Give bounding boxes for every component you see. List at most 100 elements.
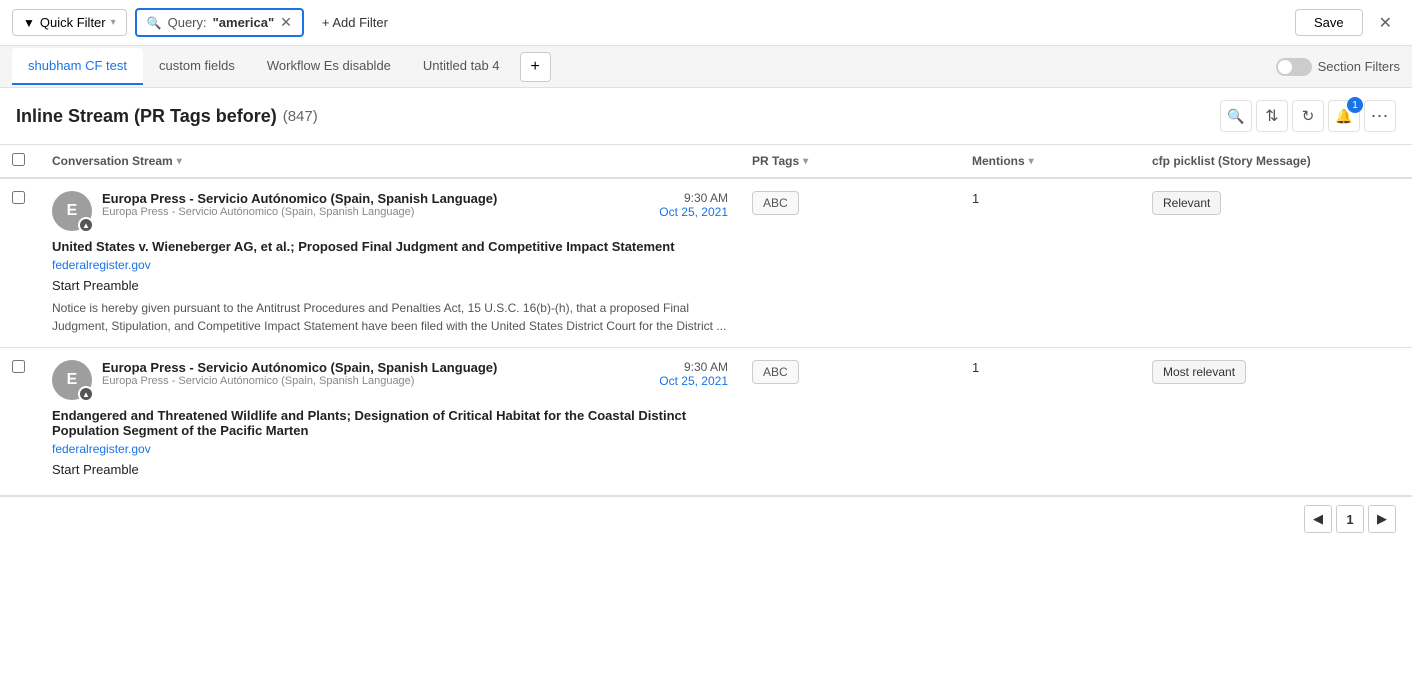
- th-pr-tags-label: PR Tags: [752, 154, 799, 168]
- cfp-pill[interactable]: Most relevant: [1152, 360, 1246, 384]
- row-checkbox-cell: [0, 348, 40, 496]
- conv-link[interactable]: federalregister.gov: [52, 258, 728, 272]
- search-button[interactable]: 🔍: [1220, 100, 1252, 132]
- conv-preamble: Start Preamble: [52, 462, 728, 477]
- quick-filter-button[interactable]: ▼ Quick Filter ▾: [12, 9, 127, 36]
- avatar: E ▲: [52, 360, 92, 400]
- th-cfp: cfp picklist (Story Message): [1140, 145, 1412, 178]
- data-table: Conversation Stream ▾ PR Tags ▾ Mentions…: [0, 145, 1412, 496]
- current-page[interactable]: 1: [1336, 505, 1364, 533]
- conv-title: Endangered and Threatened Wildlife and P…: [52, 408, 728, 438]
- add-tab-button[interactable]: +: [520, 52, 551, 82]
- time-date: Oct 25, 2021: [659, 205, 728, 219]
- tab-shubham[interactable]: shubham CF test: [12, 48, 143, 85]
- header-actions: 🔍 ⇅ ↻ 🔔 1 ⋯: [1220, 100, 1396, 132]
- sort-arrow-pr-icon: ▾: [803, 156, 808, 167]
- tabs-bar: shubham CF test custom fields Workflow E…: [0, 46, 1412, 88]
- more-options-button[interactable]: ⋯: [1364, 100, 1396, 132]
- row-checkbox[interactable]: [12, 191, 25, 204]
- add-tab-icon: +: [531, 58, 540, 75]
- table-row: E ▲ Europa Press - Servicio Autónomico (…: [0, 348, 1412, 496]
- save-label: Save: [1314, 15, 1344, 30]
- conv-title: United States v. Wieneberger AG, et al.;…: [52, 239, 728, 254]
- section-filters-toggle-track[interactable]: [1276, 58, 1312, 76]
- query-pill[interactable]: 🔍 Query: "america" ✕: [135, 8, 304, 37]
- conv-link[interactable]: federalregister.gov: [52, 442, 728, 456]
- conv-time: 9:30 AM Oct 25, 2021: [659, 191, 728, 219]
- th-mentions-label: Mentions: [972, 154, 1025, 168]
- toolbar: ▼ Quick Filter ▾ 🔍 Query: "america" ✕ + …: [0, 0, 1412, 46]
- user-badge-icon: ▲: [82, 390, 90, 399]
- sort-arrow-icon: ▾: [177, 156, 182, 167]
- th-conversation: Conversation Stream ▾: [40, 145, 740, 178]
- prev-icon: ◀: [1313, 511, 1323, 527]
- conv-body: Notice is hereby given pursuant to the A…: [52, 299, 728, 335]
- page-count: (847): [283, 108, 318, 125]
- conv-time: 9:30 AM Oct 25, 2021: [659, 360, 728, 388]
- more-icon: ⋯: [1371, 106, 1390, 127]
- user-badge-icon: ▲: [82, 221, 90, 230]
- refresh-button[interactable]: ↻: [1292, 100, 1324, 132]
- mentions-cell: 1: [960, 348, 1140, 496]
- source-sub: Europa Press - Servicio Autónomico (Spai…: [102, 206, 649, 218]
- cfp-cell: Relevant: [1140, 178, 1412, 348]
- conv-preamble: Start Preamble: [52, 278, 728, 293]
- pr-tag-pill[interactable]: ABC: [752, 360, 799, 384]
- pagination: ◀ 1 ▶: [0, 496, 1412, 541]
- select-all-checkbox[interactable]: [12, 153, 25, 166]
- section-filters-toggle: Section Filters: [1276, 58, 1400, 76]
- next-page-button[interactable]: ▶: [1368, 505, 1396, 533]
- main-content: Inline Stream (PR Tags before) (847) 🔍 ⇅…: [0, 88, 1412, 541]
- close-icon: ✕: [1379, 15, 1392, 32]
- prev-page-button[interactable]: ◀: [1304, 505, 1332, 533]
- conv-meta: Europa Press - Servicio Autónomico (Spai…: [102, 191, 649, 218]
- avatar-badge: ▲: [78, 217, 94, 233]
- page-header: Inline Stream (PR Tags before) (847) 🔍 ⇅…: [0, 88, 1412, 145]
- query-close-icon[interactable]: ✕: [280, 14, 292, 31]
- table-header-row: Conversation Stream ▾ PR Tags ▾ Mentions…: [0, 145, 1412, 178]
- source-name: Europa Press - Servicio Autónomico (Spai…: [102, 360, 649, 375]
- notifications-button[interactable]: 🔔 1: [1328, 100, 1360, 132]
- tab-workflow[interactable]: Workflow Es disablde: [251, 48, 407, 85]
- page-number: 1: [1346, 512, 1353, 527]
- pr-tag-pill[interactable]: ABC: [752, 191, 799, 215]
- query-label: Query:: [168, 15, 207, 30]
- add-filter-button[interactable]: + Add Filter: [312, 10, 398, 35]
- mentions-cell: 1: [960, 178, 1140, 348]
- sort-button[interactable]: ⇅: [1256, 100, 1288, 132]
- avatar: E ▲: [52, 191, 92, 231]
- section-filters-label: Section Filters: [1318, 59, 1400, 74]
- filter-icon: ▼: [23, 16, 35, 30]
- th-mentions: Mentions ▾: [960, 145, 1140, 178]
- conv-meta: Europa Press - Servicio Autónomico (Spai…: [102, 360, 649, 387]
- conversation-cell: E ▲ Europa Press - Servicio Autónomico (…: [40, 348, 740, 496]
- cfp-cell: Most relevant: [1140, 348, 1412, 496]
- time-date: Oct 25, 2021: [659, 374, 728, 388]
- sort-icon: ⇅: [1265, 106, 1278, 126]
- quick-filter-label: Quick Filter: [40, 15, 106, 30]
- tab-label: custom fields: [159, 58, 235, 73]
- pr-tags-cell: ABC: [740, 348, 960, 496]
- row-checkbox-cell: [0, 178, 40, 348]
- source-sub: Europa Press - Servicio Autónomico (Spai…: [102, 375, 649, 387]
- cfp-pill[interactable]: Relevant: [1152, 191, 1221, 215]
- tab-untitled[interactable]: Untitled tab 4: [407, 48, 516, 85]
- source-name: Europa Press - Servicio Autónomico (Spai…: [102, 191, 649, 206]
- pr-tags-cell: ABC: [740, 178, 960, 348]
- tab-custom-fields[interactable]: custom fields: [143, 48, 251, 85]
- page-title: Inline Stream (PR Tags before): [16, 106, 277, 127]
- th-cfp-label: cfp picklist (Story Message): [1152, 154, 1311, 168]
- search-icon: 🔍: [147, 16, 162, 30]
- th-pr-tags: PR Tags ▾: [740, 145, 960, 178]
- chevron-down-icon: ▾: [111, 17, 116, 28]
- next-icon: ▶: [1377, 511, 1387, 527]
- tab-label: shubham CF test: [28, 58, 127, 73]
- conversation-cell: E ▲ Europa Press - Servicio Autónomico (…: [40, 178, 740, 348]
- mentions-value: 1: [972, 191, 979, 206]
- notification-badge: 1: [1347, 97, 1363, 113]
- save-button[interactable]: Save: [1295, 9, 1363, 36]
- add-filter-label: + Add Filter: [322, 15, 388, 30]
- row-checkbox[interactable]: [12, 360, 25, 373]
- table-row: E ▲ Europa Press - Servicio Autónomico (…: [0, 178, 1412, 348]
- toolbar-close-button[interactable]: ✕: [1371, 8, 1400, 38]
